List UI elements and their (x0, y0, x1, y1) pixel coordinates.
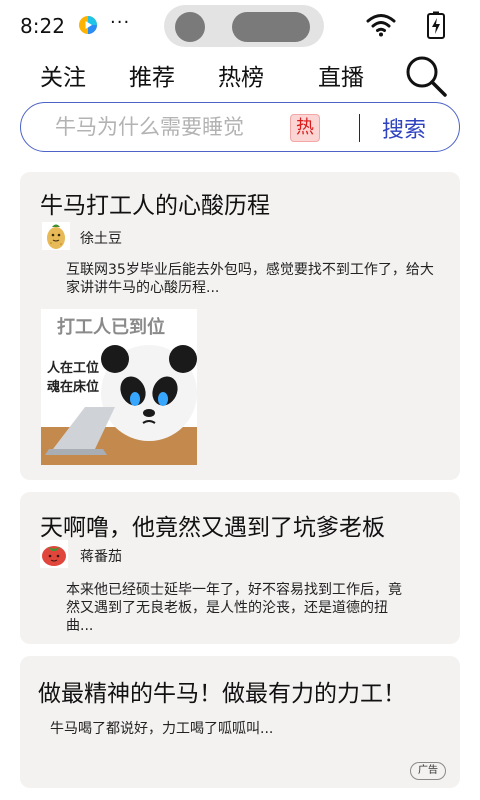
card-title: 天啊噜，他竟然又遇到了坑爹老板 (40, 515, 385, 541)
tab-following[interactable]: 关注 (40, 58, 86, 92)
status-bar: 8:22 ··· (0, 0, 480, 52)
more-notifications-indicator: ··· (110, 12, 131, 33)
card-excerpt: 互联网35岁毕业后能去外包吗，感觉要找不到工作了，给大家讲讲牛马的心酸历程... (66, 262, 434, 296)
search-input[interactable] (55, 113, 287, 141)
meme-heading: 打工人已到位 (57, 317, 165, 338)
card-title: 做最精神的牛马！做最有力的力工！ (38, 681, 406, 707)
feed-card[interactable]: 天啊噜，他竟然又遇到了坑爹老板 蒋番茄 本来他已经硕士延毕一年了，好不容易找到工… (20, 492, 460, 644)
feed-card[interactable]: 牛马打工人的心酸历程 徐土豆 互联网35岁毕业后能去外包吗，感觉要找不到工作了，… (20, 172, 460, 480)
tab-recommended[interactable]: 推荐 (129, 58, 175, 92)
search-divider (359, 114, 360, 142)
card-excerpt: 牛马喝了都说好，力工喝了呱呱叫... (50, 721, 274, 737)
island-pill (232, 12, 310, 42)
search-bar: 热 搜索 (20, 102, 460, 152)
author-name: 徐土豆 (80, 231, 122, 247)
meme-caption-line2: 魂在床位 (47, 380, 100, 395)
card-title: 牛马打工人的心酸历程 (40, 193, 270, 219)
card-excerpt: 本来他已经硕士延毕一年了，好不容易找到工作后，竟然又遇到了无良老板，是人性的沦丧… (66, 582, 402, 634)
hot-badge: 热 (290, 114, 320, 142)
tab-trending[interactable]: 热榜 (218, 58, 264, 92)
ad-badge: 广告 (410, 762, 446, 780)
tab-live[interactable]: 直播 (318, 58, 364, 92)
potato-avatar-icon (42, 222, 70, 250)
search-icon[interactable] (404, 54, 448, 98)
search-button[interactable]: 搜索 (382, 112, 426, 144)
wifi-icon (366, 14, 396, 37)
meme-image: 打工人已到位 人在工位 魂在床位 (41, 309, 197, 465)
video-app-icon (79, 16, 97, 34)
ad-card[interactable]: 做最精神的牛马！做最有力的力工！ 牛马喝了都说好，力工喝了呱呱叫... 广告 (20, 656, 460, 788)
meme-caption-line1: 人在工位 (47, 361, 100, 376)
status-time: 8:22 (20, 14, 65, 38)
tomato-avatar-icon (40, 540, 68, 568)
battery-charging-icon (427, 11, 445, 39)
author-name: 蒋番茄 (80, 549, 122, 565)
dynamic-island (164, 5, 324, 47)
front-camera (175, 12, 205, 42)
